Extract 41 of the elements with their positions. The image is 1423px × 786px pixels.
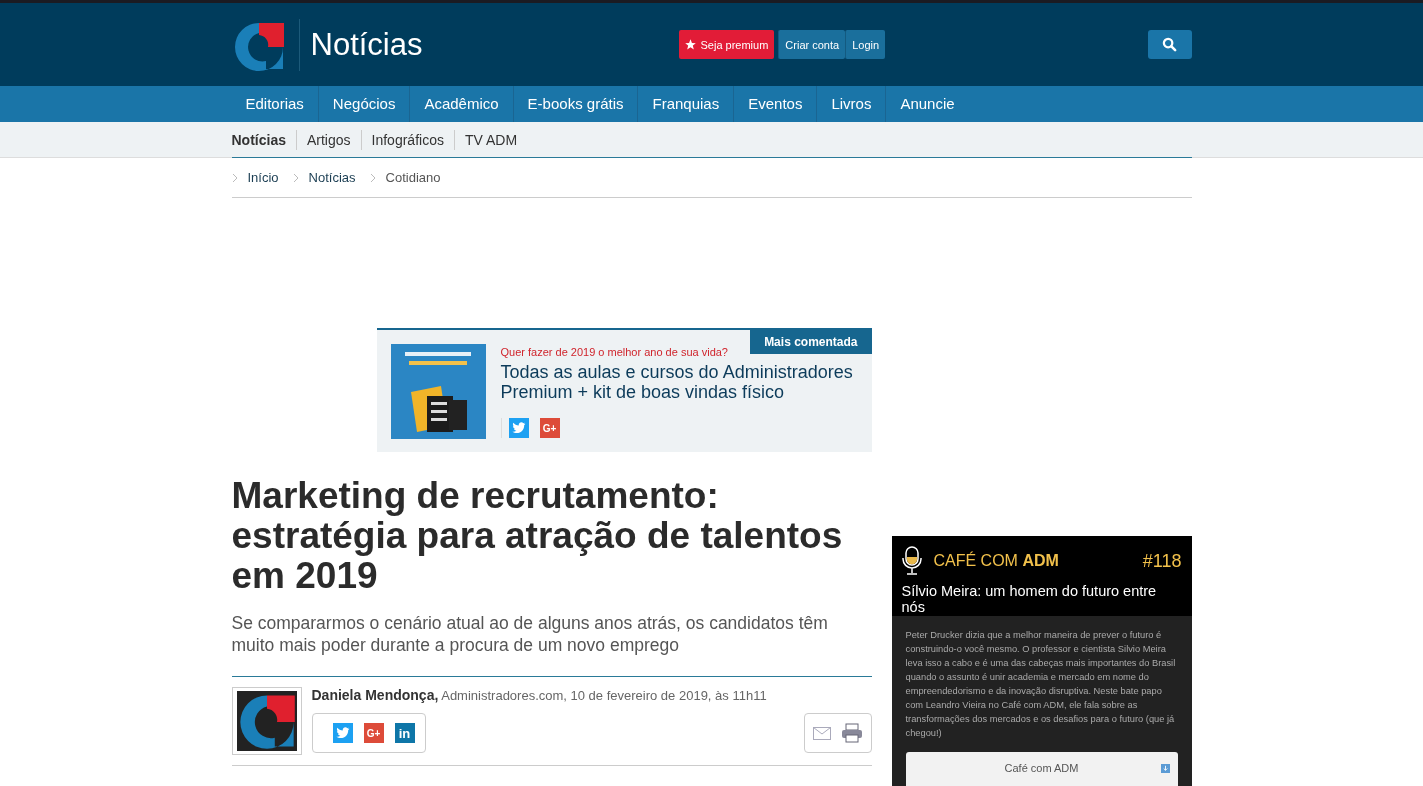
premium-button[interactable]: Seja premium (679, 30, 775, 59)
section-title: Notícias (298, 18, 423, 71)
download-icon[interactable] (1160, 764, 1170, 773)
bird-icon (335, 727, 350, 739)
episode-description: Peter Drucker dizia que a melhor maneira de prever o futuro é construindo-o você mesmo. O professor e cientista Silvio Meira leva isso a cabo e é uma das cabeças mais importantes do Brasil quando o assunto é unir academia e mercado em nome do empreendedorismo e da inovação disruptiva. Neste bate papo com Leandro Vieira no Café com ADM, ele fala sobre as transformações dos mercados e os desafios para o futuro (que já chegou!) (905, 629, 1177, 740)
episode-number: #118 (1142, 550, 1182, 572)
subnav-tab[interactable]: Artigos (295, 129, 361, 150)
linkedin-share-button[interactable]: in (394, 723, 415, 743)
print-icon[interactable] (840, 723, 863, 743)
chevron-icon (292, 172, 299, 183)
episode-title[interactable]: Sílvio Meira: um homem do futuro entre nós (901, 583, 1182, 615)
chevron-icon (369, 172, 376, 183)
nav-link[interactable]: Anuncie (886, 86, 969, 122)
promo-label: Mais comentada (750, 330, 872, 354)
breadcrumb-link[interactable]: Notícias (308, 170, 356, 185)
twitter-share-button[interactable] (332, 723, 353, 743)
player-title: Café com ADM (1004, 762, 1079, 776)
subnav-tab[interactable]: Infográficos (360, 129, 454, 150)
subnav-tab[interactable]: TV ADM (453, 129, 528, 150)
search-button[interactable] (1147, 30, 1192, 59)
search-icon (1162, 37, 1177, 52)
mail-icon[interactable] (812, 726, 831, 740)
podcast-brand: CAFÉ COM ADM (933, 552, 1059, 570)
chevron-icon (231, 172, 238, 183)
account-button[interactable]: Criar conta (778, 30, 846, 59)
google-plus-share-button[interactable]: G+ (539, 418, 560, 438)
promo-kicker: Quer fazer de 2019 o melhor ano de sua vida? (500, 346, 729, 358)
microphone-icon (901, 546, 922, 576)
bird-icon (511, 422, 526, 434)
breadcrumb-link[interactable]: Cotidiano (385, 170, 441, 185)
byline-text: Administradores.com, 10 de fevereiro de 2019, às 11h11 (441, 688, 767, 703)
subnav-tab[interactable]: Notícias (231, 129, 296, 150)
article-title: Marketing de recrutamento: estratégia para atração de talentos em 2019 (231, 476, 844, 596)
breadcrumb-link[interactable]: Início (247, 170, 279, 185)
star-icon (685, 39, 697, 50)
promo-headline[interactable]: Todas as aulas e cursos do Administradores Premium + kit de boas vindas físico (500, 362, 858, 402)
article-subtitle: Se compararmos o cenário atual ao de alguns anos atrás, os candidatos têm muito mais poder durante a procura de um novo emprego (231, 612, 829, 656)
google-plus-share-button[interactable]: G+ (363, 723, 384, 743)
account-button[interactable]: Login (845, 30, 886, 59)
author-name[interactable]: Daniela Mendonça, (311, 687, 439, 703)
twitter-share-button[interactable] (508, 418, 529, 438)
